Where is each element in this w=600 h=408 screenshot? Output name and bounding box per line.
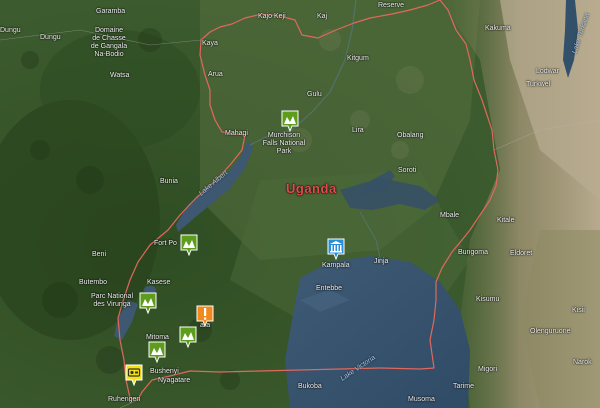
place-domaine: Domaine de Chasse de Gangala Na-Bodio — [90, 27, 128, 58]
place-gulu: Gulu — [307, 91, 322, 98]
place-lira: Lira — [352, 127, 364, 134]
landmark-marker-icon[interactable] — [125, 364, 143, 386]
place-bunia: Bunia — [160, 178, 178, 185]
place-fort-portal: Fort Po — [154, 240, 177, 247]
place-garamba: Garamba — [96, 8, 126, 15]
place-dungu-left: Dungu — [0, 27, 21, 34]
satellite-map[interactable]: Uganda Lake Albert Lake Victoria Lake Tu… — [0, 0, 600, 408]
place-migori: Migori — [478, 366, 498, 373]
place-kakuma: Kakuma — [485, 25, 511, 32]
place-tarime: Tarime — [453, 383, 475, 390]
park-marker-icon[interactable] — [180, 234, 198, 256]
place-murchison: Murchison Falls National Park — [262, 132, 306, 155]
place-narok: Narok — [573, 359, 592, 366]
place-kisii: Kisii — [572, 307, 585, 314]
country-label: Uganda — [286, 181, 337, 196]
place-olenguruone: Olenguruone — [530, 328, 571, 335]
place-entebbe: Entebbe — [316, 285, 343, 292]
place-turkwel: Turkwel — [526, 81, 551, 88]
city-marker-icon[interactable] — [327, 238, 345, 260]
park-marker-icon[interactable] — [179, 326, 197, 348]
place-musoma: Musoma — [408, 396, 435, 403]
place-soroti: Soroti — [398, 167, 417, 174]
place-bushenyi: Bushenyi — [150, 368, 179, 375]
place-beni: Beni — [92, 251, 107, 258]
map-terrain — [0, 0, 600, 408]
place-bukoba: Bukoba — [298, 383, 322, 390]
place-kaya: Kaya — [202, 40, 218, 47]
place-nyagatare: Nyagatare — [158, 377, 191, 384]
place-kasese: Kasese — [147, 279, 171, 286]
place-reserve: Reserve — [378, 2, 405, 9]
park-marker-icon[interactable] — [148, 341, 166, 363]
alert-marker-icon[interactable] — [196, 305, 214, 327]
place-bungoma: Bungoma — [458, 249, 488, 256]
place-dungu: Dungu — [40, 34, 61, 41]
place-arua: Arua — [208, 71, 223, 78]
park-marker-icon[interactable] — [139, 292, 157, 314]
place-lodwar: Lodwar — [536, 68, 559, 75]
place-kitgum: Kitgum — [347, 55, 369, 62]
park-marker-icon[interactable] — [281, 110, 299, 132]
place-jinja: Jinja — [374, 258, 389, 265]
place-kajo-keji: Kajo Keji — [258, 13, 286, 20]
place-watsa: Watsa — [110, 72, 130, 79]
place-kisumu: Kisumu — [476, 296, 500, 303]
place-ruhengeri: Ruhengeri — [108, 396, 141, 403]
place-kaj: Kaj — [317, 13, 328, 20]
place-mbale: Mbale — [440, 212, 460, 219]
place-virunga: Parc National des Virunga — [90, 293, 134, 308]
place-eldoret: Eldoret — [510, 250, 533, 257]
place-kitale: Kitale — [497, 217, 515, 224]
place-mahagi: Mahagi — [225, 130, 248, 137]
place-kampala: Kampala — [322, 262, 350, 269]
place-butembo: Butembo — [79, 279, 108, 286]
place-obalang: Obalang — [397, 132, 424, 139]
